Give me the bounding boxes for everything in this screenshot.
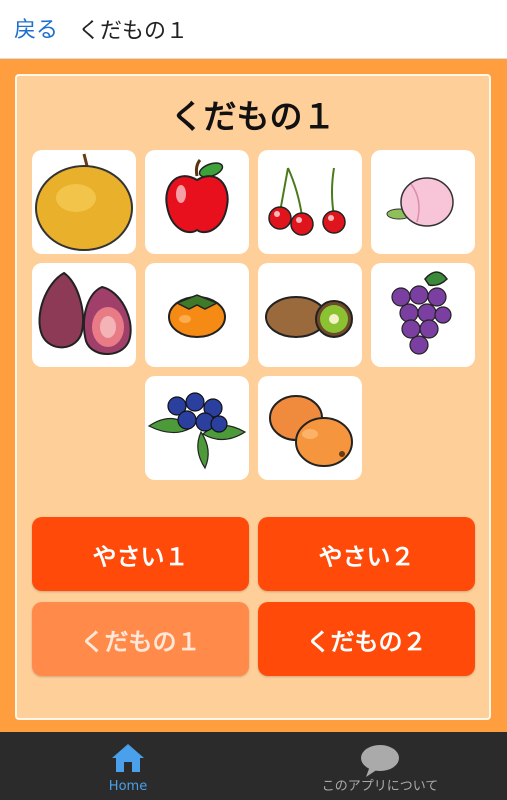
- peach-icon: [386, 177, 454, 227]
- app-header: 戻る くだもの１: [0, 0, 507, 59]
- fruit-tile-fig[interactable]: [32, 263, 136, 367]
- pear-icon: [35, 153, 133, 251]
- nav-home-label: Home: [108, 779, 148, 794]
- panel-title: くだもの１: [170, 97, 336, 136]
- fruit-tile-kiwi[interactable]: [258, 263, 362, 367]
- home-icon: [112, 744, 144, 772]
- chat-bubble-icon: [361, 745, 399, 777]
- fruit-tile-cherry[interactable]: [258, 150, 362, 254]
- kiwi-icon: [265, 296, 353, 338]
- fruit-tile-peach[interactable]: [371, 150, 475, 254]
- nav-about-label: このアプリについて: [321, 779, 439, 794]
- blueberry-icon: [147, 392, 247, 470]
- fruit-panel: くだもの１ やさい１ やさい２ くだもの１ くだもの２: [15, 74, 491, 720]
- yasai2-button[interactable]: やさい２: [258, 517, 475, 591]
- cherry-icon: [268, 167, 346, 236]
- main-area: くだもの１ やさい１ やさい２ くだもの１ くだもの２: [0, 59, 507, 732]
- fruit-tile-apple[interactable]: [145, 150, 249, 254]
- kudamono2-button[interactable]: くだもの２: [258, 602, 475, 676]
- grape-icon: [391, 271, 452, 355]
- fruit-tile-loquat[interactable]: [258, 376, 362, 480]
- nav-about[interactable]: このアプリについて: [300, 732, 460, 800]
- persimmon-icon: [168, 294, 226, 338]
- loquat-icon: [269, 395, 353, 467]
- fruit-tile-grape[interactable]: [371, 263, 475, 367]
- yasai1-button[interactable]: やさい１: [32, 517, 249, 591]
- fruit-tile-pear[interactable]: [32, 150, 136, 254]
- back-button[interactable]: 戻る: [14, 12, 58, 44]
- apple-icon: [165, 159, 229, 234]
- kudamono1-button[interactable]: くだもの１: [32, 602, 249, 676]
- fruit-tile-blueberry[interactable]: [145, 376, 249, 480]
- header-title: くだもの１: [78, 19, 189, 44]
- bottom-nav: Home このアプリについて: [0, 732, 507, 800]
- fruit-tile-persimmon[interactable]: [145, 263, 249, 367]
- fig-icon: [38, 271, 132, 355]
- nav-home[interactable]: Home: [88, 732, 168, 800]
